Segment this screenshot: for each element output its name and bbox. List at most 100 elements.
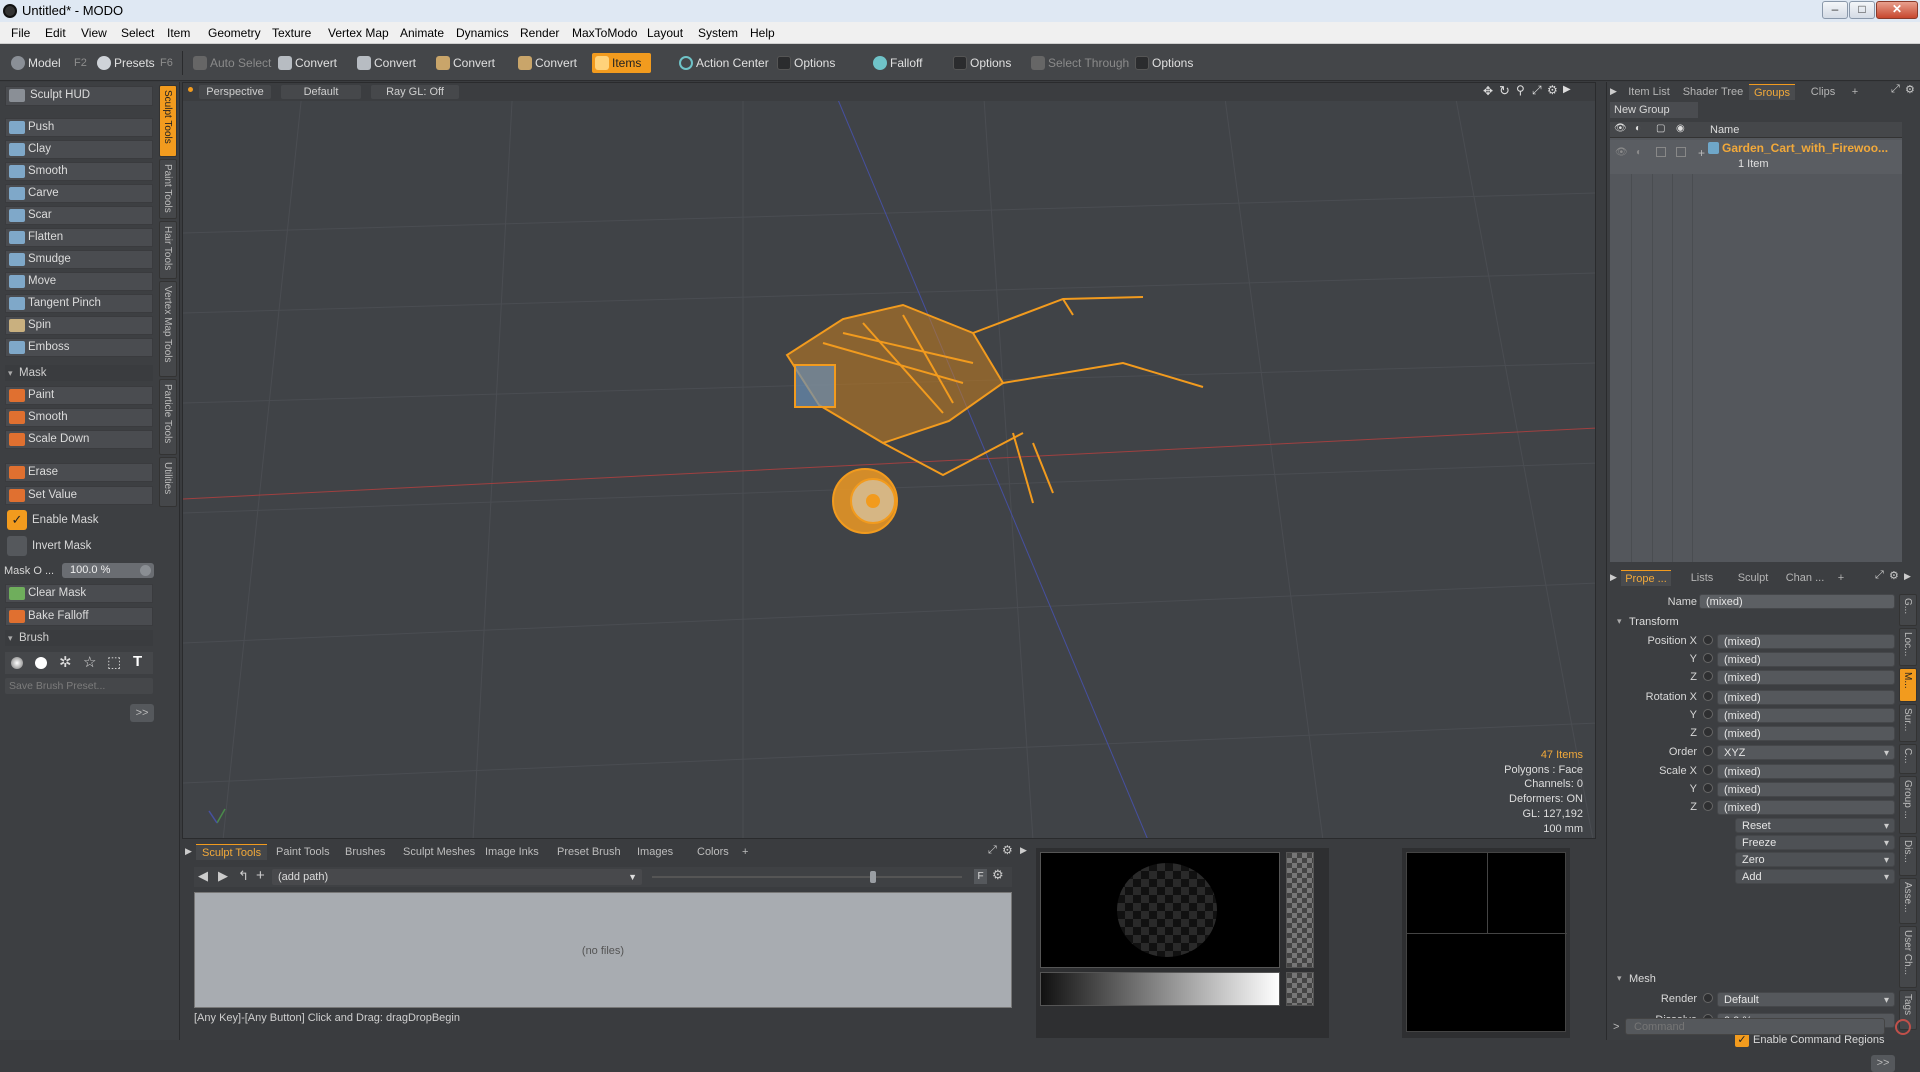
tab-colors[interactable]: Colors <box>691 844 735 860</box>
maximize-button[interactable]: □ <box>1849 1 1875 19</box>
tool-tangent-pinch-button[interactable]: Tangent Pinch <box>5 294 153 313</box>
shading-style-dropdown[interactable]: Default <box>281 85 361 99</box>
rotation-order-dropdown[interactable]: XYZ <box>1717 745 1895 761</box>
scale-x-field[interactable]: (mixed) <box>1717 764 1895 779</box>
menu-geometry[interactable]: Geometry <box>208 26 261 40</box>
tab-brushes[interactable]: Brushes <box>339 844 391 860</box>
maximize-panel-icon[interactable]: ⤢ <box>1875 569 1884 582</box>
procedural-brush-icon[interactable]: ✲ <box>59 653 72 671</box>
expand-panel-button[interactable]: >> <box>130 704 154 722</box>
menu-select[interactable]: Select <box>121 26 154 40</box>
render-icon[interactable]: ◐ <box>1636 147 1642 158</box>
rotation-y-field[interactable]: (mixed) <box>1717 708 1895 723</box>
tab-utilities[interactable]: Utilities <box>159 457 177 507</box>
falloff-button[interactable]: Falloff <box>870 53 922 73</box>
tab-image-inks[interactable]: Image Inks <box>479 844 545 860</box>
transform-section-header[interactable]: Transform <box>1617 616 1679 628</box>
animate-dot-icon[interactable] <box>1703 801 1713 811</box>
tab-item-list[interactable]: Item List <box>1621 84 1677 100</box>
star-brush-icon[interactable]: ☆ <box>83 653 96 671</box>
side-tab-1[interactable]: G... <box>1899 594 1917 626</box>
close-button[interactable]: ✕ <box>1876 1 1918 19</box>
erase-button[interactable]: Erase <box>5 463 153 482</box>
hard-brush-icon[interactable] <box>35 657 47 669</box>
tab-channels[interactable]: Chan ... <box>1779 570 1831 586</box>
tool-smudge-button[interactable]: Smudge <box>5 250 153 269</box>
convert-edges-button[interactable]: Convert <box>354 53 416 73</box>
group-row[interactable]: 👁 ◐ + Garden_Cart_with_Firewoo... 1 Item <box>1610 140 1902 174</box>
add-tab-button[interactable]: + <box>1847 84 1863 100</box>
tool-smooth-button[interactable]: Smooth <box>5 162 153 181</box>
animate-dot-icon[interactable] <box>1703 727 1713 737</box>
visibility-eye-icon[interactable]: 👁 <box>1614 123 1627 134</box>
mask-smooth-button[interactable]: Smooth <box>5 408 153 427</box>
menu-render[interactable]: Render <box>520 26 559 40</box>
viewport-menu-arrow-icon[interactable]: ▶ <box>1563 84 1571 95</box>
menu-texture[interactable]: Texture <box>272 26 311 40</box>
select-checkbox[interactable] <box>1676 147 1686 157</box>
tab-paint-tools-bottom[interactable]: Paint Tools <box>270 844 336 860</box>
enable-command-regions-checkbox[interactable]: ✓ <box>1735 1033 1749 1047</box>
falloff-options-button[interactable]: Options <box>950 53 1011 73</box>
side-tab-4[interactable]: Sur... <box>1899 704 1917 742</box>
mask-paint-button[interactable]: Paint <box>5 386 153 405</box>
mask-section-header[interactable]: Mask <box>5 365 153 381</box>
animate-dot-icon[interactable] <box>1703 671 1713 681</box>
position-y-field[interactable]: (mixed) <box>1717 652 1895 667</box>
side-tab-2[interactable]: Loc... <box>1899 628 1917 666</box>
enable-mask-checkbox[interactable]: ✓ <box>7 510 27 530</box>
invert-mask-checkbox[interactable] <box>7 536 27 556</box>
panel-menu-arrow-icon[interactable]: ▶ <box>1904 571 1911 582</box>
tab-images[interactable]: Images <box>631 844 679 860</box>
tab-sculpt-meshes[interactable]: Sculpt Meshes <box>397 844 481 860</box>
tab-properties[interactable]: Prope ... <box>1621 570 1671 586</box>
tab-lists[interactable]: Lists <box>1679 570 1725 586</box>
animate-dot-icon[interactable] <box>1703 709 1713 719</box>
menu-file[interactable]: File <box>11 26 30 40</box>
panel-menu-arrow-icon[interactable]: ▶ <box>1020 845 1027 856</box>
tab-sculpt-tools-bottom[interactable]: Sculpt Tools <box>196 844 268 860</box>
garden-cart-wireframe[interactable] <box>785 296 1204 534</box>
tab-hair-tools[interactable]: Hair Tools <box>159 221 177 279</box>
presets-button[interactable]: Presets <box>94 53 155 73</box>
menu-animate[interactable]: Animate <box>400 26 444 40</box>
new-group-button[interactable]: New Group <box>1610 102 1698 118</box>
menu-view[interactable]: View <box>81 26 107 40</box>
action-center-options-button[interactable]: Options <box>774 53 835 73</box>
items-mode-button[interactable]: Items <box>592 53 652 73</box>
menu-system[interactable]: System <box>698 26 738 40</box>
expand-properties-button[interactable]: >> <box>1871 1055 1895 1072</box>
menu-maxtomodo[interactable]: MaxToModo <box>572 26 637 40</box>
scale-y-field[interactable]: (mixed) <box>1717 782 1895 797</box>
scale-z-field[interactable]: (mixed) <box>1717 800 1895 815</box>
auto-select-button[interactable]: Auto Select <box>190 53 271 73</box>
command-input[interactable] <box>1625 1018 1885 1035</box>
rotation-z-field[interactable]: (mixed) <box>1717 726 1895 741</box>
maximize-viewport-icon[interactable]: ⤢ <box>1532 83 1542 98</box>
panel-menu-icon[interactable]: ▶ <box>185 846 192 857</box>
expand-plus-icon[interactable]: + <box>1698 146 1705 160</box>
maximize-panel-icon[interactable]: ⤢ <box>988 844 997 857</box>
tool-flatten-button[interactable]: Flatten <box>5 228 153 247</box>
zoom-icon[interactable]: ⚲ <box>1516 83 1525 97</box>
minimize-button[interactable]: – <box>1822 1 1848 19</box>
position-x-field[interactable]: (mixed) <box>1717 634 1895 649</box>
menu-dynamics[interactable]: Dynamics <box>456 26 509 40</box>
filter-button[interactable]: F <box>974 869 987 884</box>
parent-folder-icon[interactable]: ↰ <box>238 868 249 884</box>
tab-groups[interactable]: Groups <box>1749 84 1795 100</box>
gear-icon[interactable]: ⚙ <box>1002 843 1013 857</box>
maximize-panel-icon[interactable]: ⤢ <box>1891 83 1900 96</box>
select-icon[interactable]: ◉ <box>1676 123 1685 134</box>
animate-dot-icon[interactable] <box>1703 783 1713 793</box>
back-arrow-icon[interactable]: ◀ <box>198 868 208 884</box>
rotation-x-field[interactable]: (mixed) <box>1717 690 1895 705</box>
clear-mask-button[interactable]: Clear Mask <box>5 584 153 603</box>
convert-materials-button[interactable]: Convert <box>515 53 577 73</box>
convert-polygons-button[interactable]: Convert <box>433 53 495 73</box>
menu-help[interactable]: Help <box>750 26 775 40</box>
side-tab-6[interactable]: Group ... <box>1899 776 1917 834</box>
tool-push-button[interactable]: Push <box>5 118 153 137</box>
set-value-button[interactable]: Set Value <box>5 486 153 505</box>
path-dropdown[interactable]: (add path) ▼ <box>272 869 642 885</box>
